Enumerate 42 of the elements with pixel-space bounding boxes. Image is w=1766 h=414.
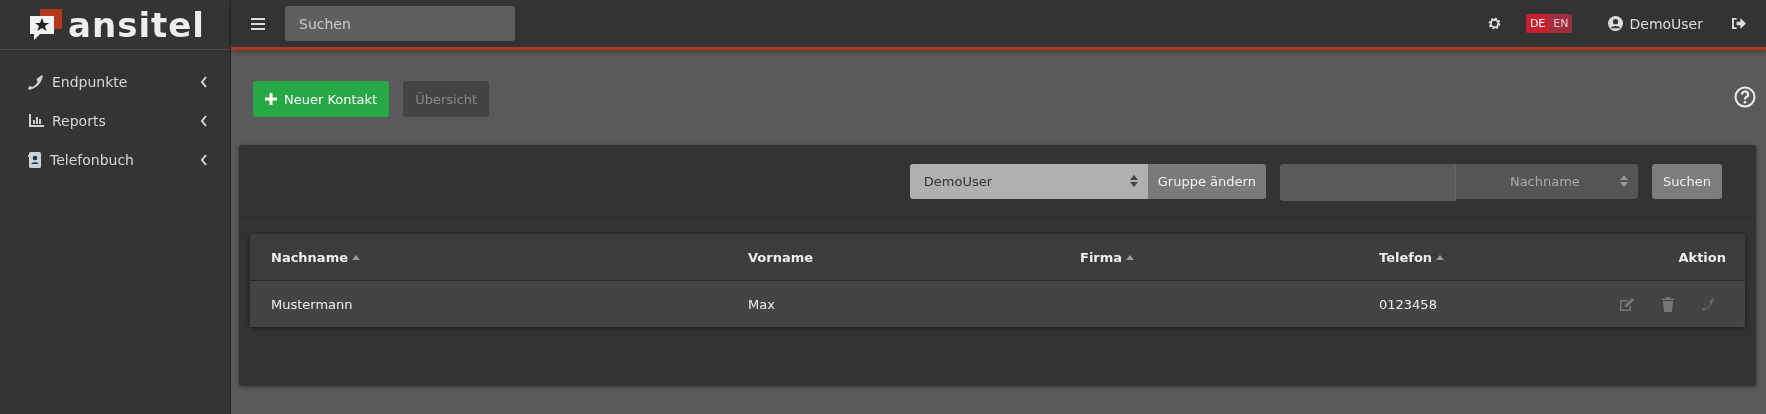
sidebar-item[interactable]: Telefonbuch: [0, 140, 230, 179]
sort-up-icon: [1436, 254, 1445, 260]
column-header: Aktion: [1678, 249, 1726, 265]
language-option[interactable]: DE: [1525, 14, 1550, 33]
chevron-left-icon: [200, 75, 208, 88]
search-input[interactable]: [1279, 163, 1456, 201]
table-cell: Max: [748, 296, 775, 312]
chevron-left-icon: [200, 153, 208, 166]
search-field-select[interactable]: Nachname: [1455, 163, 1638, 199]
column-header[interactable]: Firma: [1080, 249, 1135, 265]
sidebar-item[interactable]: Reports: [0, 101, 230, 140]
menu-icon[interactable]: [251, 17, 265, 30]
column-header[interactable]: Telefon: [1379, 249, 1445, 265]
gear-icon[interactable]: [1486, 16, 1502, 31]
logout-icon[interactable]: [1731, 17, 1746, 30]
logo-icon: [30, 6, 64, 43]
new-contact-button[interactable]: Neuer Kontakt: [253, 81, 390, 117]
user-icon[interactable]: [1608, 16, 1624, 31]
column-header: Vorname: [748, 249, 814, 265]
table-cell: 0123458: [1379, 296, 1437, 312]
user-name[interactable]: DemoUser: [1629, 15, 1703, 32]
group-select[interactable]: DemoUser: [909, 163, 1148, 199]
sort-up-icon: [352, 254, 360, 260]
search-field[interactable]: Suchen: [285, 6, 515, 41]
sort-arrows-icon: [1129, 175, 1138, 187]
phone-icon: [28, 73, 44, 90]
change-group-button[interactable]: Gruppe ändern: [1147, 163, 1266, 199]
language-option[interactable]: EN: [1549, 14, 1573, 33]
search-button[interactable]: Suchen: [1651, 163, 1722, 199]
address-book-icon: [28, 151, 42, 168]
sidebar-item[interactable]: Endpunkte: [0, 62, 230, 101]
help-icon[interactable]: [1734, 86, 1756, 108]
sort-arrows-icon: [1619, 175, 1628, 187]
select-value: Nachname: [1509, 173, 1580, 189]
plus-icon: [265, 93, 277, 105]
logo-text: ansitel: [68, 7, 205, 42]
chevron-left-icon: [200, 114, 208, 127]
table-cell: Mustermann: [271, 296, 353, 312]
column-header[interactable]: Nachname: [271, 249, 360, 265]
sort-up-icon: [1126, 254, 1135, 260]
select-value: DemoUser: [923, 173, 993, 189]
chart-icon: [28, 113, 44, 128]
